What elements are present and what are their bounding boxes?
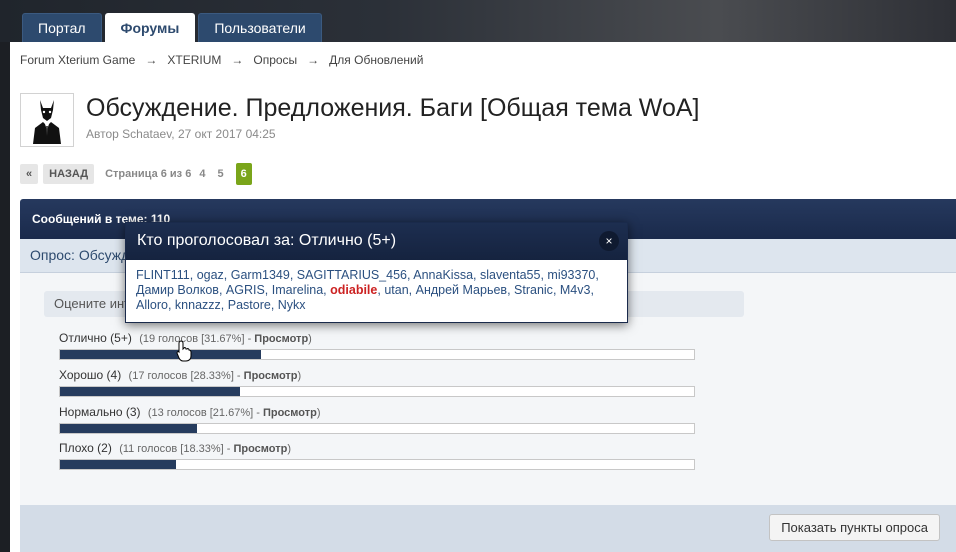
voter-separator: ,: [189, 268, 197, 282]
poll-bar: [59, 349, 695, 360]
view-voters-link[interactable]: Просмотр: [263, 407, 317, 419]
back-button[interactable]: НАЗАД: [43, 164, 95, 184]
left-page-edge: [0, 42, 10, 552]
option-name: Хорошо (4): [59, 368, 122, 382]
voter-link[interactable]: FLINT111: [136, 268, 190, 282]
author-avatar[interactable]: [20, 93, 74, 147]
view-voters-link[interactable]: Просмотр: [254, 333, 308, 345]
voter-separator: ,: [552, 283, 560, 297]
poll-bar-fill: [60, 387, 240, 396]
voters-popup-header: Кто проголосовал за: Отлично (5+) ×: [126, 223, 627, 260]
poll-bar: [59, 386, 695, 397]
dog-in-suit-avatar-icon: [23, 96, 71, 144]
breadcrumb: Forum Xterium Game → XTERIUM → Опросы → …: [20, 53, 423, 67]
breadcrumb-arrow-icon: →: [145, 53, 158, 67]
page-link-4[interactable]: 4: [199, 168, 205, 180]
voter-link[interactable]: Imarelina: [272, 283, 323, 297]
voter-separator: ,: [595, 268, 599, 282]
breadcrumb-item-forum[interactable]: Forum Xterium Game: [20, 53, 135, 67]
current-page: 6: [235, 163, 252, 185]
voter-link[interactable]: slaventa55: [480, 268, 540, 282]
voter-separator: ,: [270, 298, 278, 312]
option-count: (19 голосов [31.67%] - Просмотр): [139, 333, 312, 345]
voter-link[interactable]: mi93370: [547, 268, 595, 282]
voter-link[interactable]: AnnaKissa: [413, 268, 473, 282]
option-name: Плохо (2): [59, 441, 112, 455]
voter-link[interactable]: AGRIS: [226, 283, 265, 297]
breadcrumb-item-updates[interactable]: Для Обновлений: [329, 53, 423, 67]
voter-link[interactable]: odiabile: [330, 283, 377, 297]
voter-separator: ,: [408, 283, 416, 297]
page-link-5[interactable]: 5: [217, 168, 223, 180]
voter-link[interactable]: M4v3: [560, 283, 591, 297]
breadcrumb-item-xterium[interactable]: XTERIUM: [167, 53, 221, 67]
poll-bar-fill: [60, 350, 261, 359]
view-voters-link[interactable]: Просмотр: [233, 443, 287, 455]
first-page-button[interactable]: «: [20, 164, 39, 184]
voter-separator: ,: [218, 283, 226, 297]
voter-separator: ,: [264, 283, 272, 297]
voter-link[interactable]: Garm1349: [231, 268, 290, 282]
close-icon[interactable]: ×: [599, 231, 619, 251]
voter-separator: ,: [289, 268, 297, 282]
voters-popup-title: Кто проголосовал за: Отлично (5+): [137, 232, 397, 249]
tab-users[interactable]: Пользователи: [198, 13, 322, 42]
option-count: (11 голосов [18.33%] - Просмотр): [119, 443, 292, 455]
option-count: (13 голосов [21.67%] - Просмотр): [147, 407, 321, 419]
voter-link[interactable]: Alloro: [136, 298, 168, 312]
voter-link[interactable]: Pastore: [228, 298, 271, 312]
voter-link[interactable]: Nykx: [278, 298, 306, 312]
voter-link[interactable]: SAGITTARIUS_456: [297, 268, 407, 282]
voters-popup: Кто проголосовал за: Отлично (5+) × FLIN…: [125, 222, 628, 323]
voter-link[interactable]: utan: [384, 283, 408, 297]
pagination: « НАЗАД Страница 6 из 6 4 5 6: [20, 163, 252, 185]
hand-cursor-icon: [176, 340, 192, 362]
voters-list: FLINT111, ogaz, Garm1349, SAGITTARIUS_45…: [126, 260, 627, 321]
voter-separator: ,: [220, 298, 228, 312]
breadcrumb-arrow-icon: →: [307, 53, 320, 67]
poll-option-label: Плохо (2) (11 голосов [18.33%] - Просмот…: [59, 441, 291, 455]
view-voters-link[interactable]: Просмотр: [244, 370, 298, 382]
voter-link[interactable]: Stranic: [514, 283, 553, 297]
topic-meta: Автор Schataev, 27 окт 2017 04:25: [86, 127, 276, 141]
poll-bar: [59, 423, 695, 434]
voter-link[interactable]: Дамир Волков: [136, 283, 219, 297]
option-name: Отлично (5+): [59, 331, 132, 345]
main-nav-tabs: Портал Форумы Пользователи: [22, 13, 325, 42]
voter-separator: ,: [167, 298, 175, 312]
breadcrumb-item-polls[interactable]: Опросы: [253, 53, 297, 67]
option-count: (17 голосов [28.33%] - Просмотр): [128, 370, 302, 382]
voter-separator: ,: [507, 283, 515, 297]
tab-portal[interactable]: Портал: [22, 13, 102, 42]
show-poll-options-button[interactable]: Показать пункты опроса: [769, 514, 940, 541]
breadcrumb-arrow-icon: →: [231, 53, 244, 67]
poll-bar-fill: [60, 460, 177, 469]
option-name: Нормально (3): [59, 405, 141, 419]
poll-option-label: Хорошо (4) (17 голосов [28.33%] - Просмо…: [59, 368, 301, 382]
voter-separator: ,: [473, 268, 480, 282]
voter-link[interactable]: knnazzz: [175, 298, 221, 312]
voter-link[interactable]: Андрей Марьев: [416, 283, 507, 297]
voter-link[interactable]: ogaz: [197, 268, 224, 282]
poll-footer: Показать пункты опроса: [20, 505, 956, 552]
voter-separator: ,: [223, 268, 231, 282]
poll-bar: [59, 459, 695, 470]
page-info: Страница 6 из 6: [105, 168, 192, 180]
poll-option-label: Нормально (3) (13 голосов [21.67%] - Про…: [59, 405, 321, 419]
poll-bar-fill: [60, 424, 198, 433]
tab-forums[interactable]: Форумы: [104, 13, 196, 42]
page-title: Обсуждение. Предложения. Баги [Общая тем…: [86, 94, 700, 122]
voter-separator: ,: [590, 283, 594, 297]
